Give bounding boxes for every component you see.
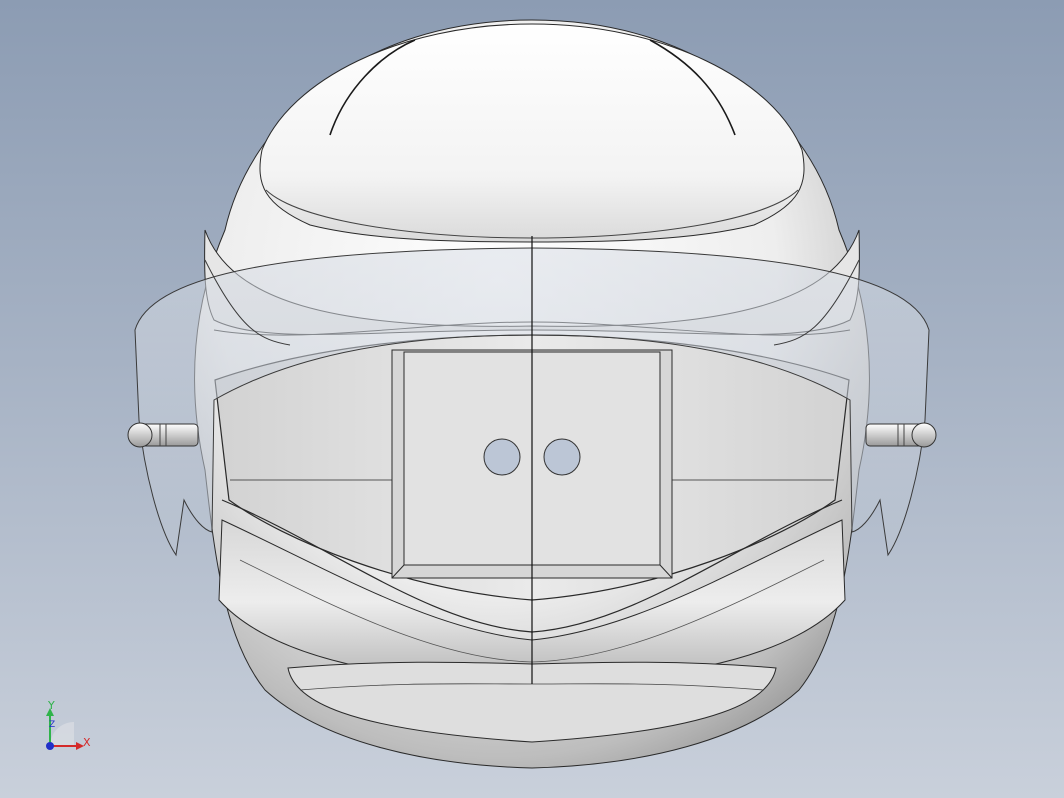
- graphics-viewport[interactable]: Y X Z: [0, 0, 1064, 798]
- orientation-triad[interactable]: Y X Z: [40, 700, 100, 760]
- helmet-model[interactable]: [0, 0, 1064, 798]
- x-axis-label: X: [83, 736, 91, 749]
- right-pivot-pin: [865, 422, 937, 448]
- y-axis-label: Y: [48, 699, 55, 712]
- helmet-crown: [259, 23, 805, 243]
- z-axis-label: Z: [49, 720, 56, 730]
- left-pivot-pin: [127, 422, 199, 448]
- right-sensor: [543, 438, 581, 476]
- left-sensor: [483, 438, 521, 476]
- z-axis: [46, 742, 54, 750]
